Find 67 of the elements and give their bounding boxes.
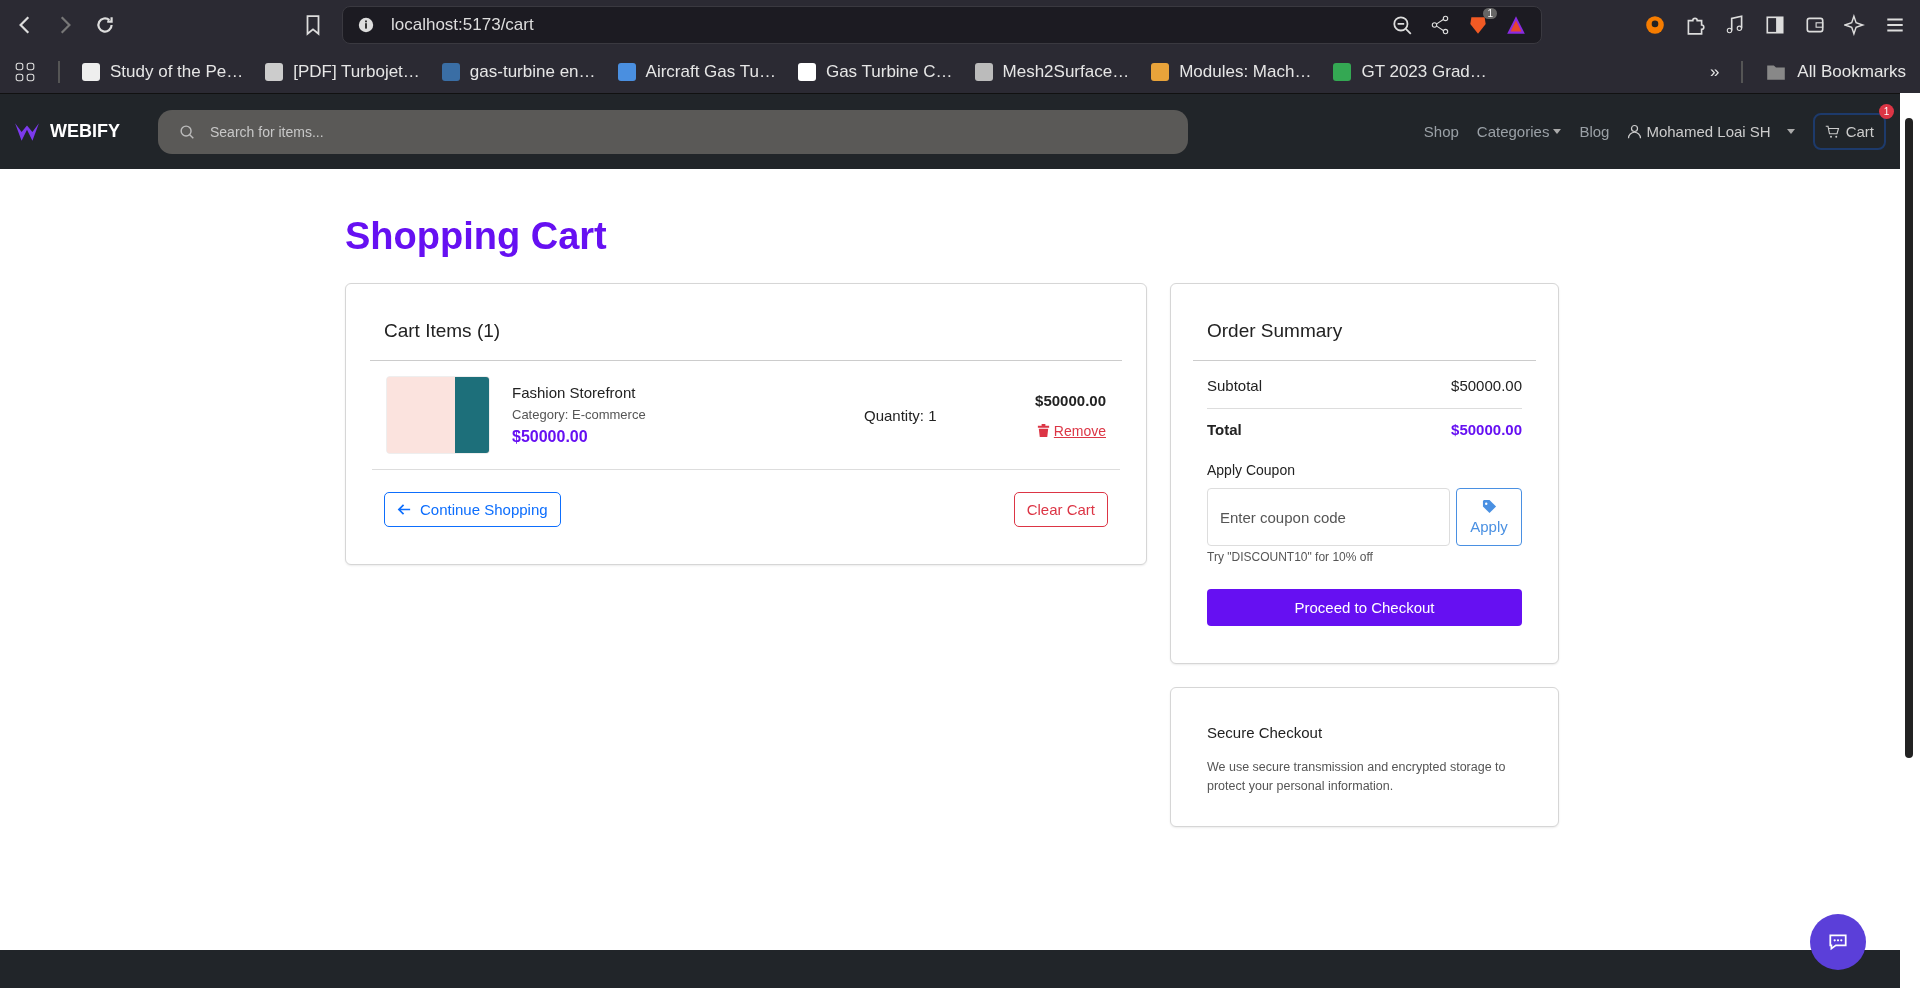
favicon-icon — [265, 62, 284, 81]
coupon-hint: Try "DISCOUNT10" for 10% off — [1207, 550, 1374, 564]
secure-heading: Secure Checkout — [1207, 724, 1323, 741]
search-field[interactable]: Search for items... — [158, 109, 1188, 154]
summary-label: Subtotal — [1207, 377, 1263, 394]
nav-link[interactable]: Blog — [1579, 123, 1610, 140]
reload-icon[interactable] — [94, 14, 116, 36]
favicon-icon — [1333, 62, 1352, 81]
user-menu[interactable]: Mohamed Loai SH — [1627, 123, 1795, 140]
bookmark-item[interactable]: gas-turbine en… — [441, 61, 596, 82]
search-icon — [178, 122, 196, 141]
continue-shopping-button[interactable]: Continue Shopping — [384, 492, 561, 527]
quantity-text: Quantity: 1 — [864, 406, 937, 424]
page-title: Shopping Cart — [345, 215, 608, 258]
chat-button[interactable] — [1810, 914, 1866, 970]
clear-cart-button[interactable]: Clear Cart — [1013, 492, 1108, 527]
triangle-icon[interactable] — [1505, 14, 1527, 36]
checkout-button[interactable]: Proceed to Checkout — [1207, 589, 1522, 626]
secure-text: We use secure transmission and encrypted storage to protect your personal information. — [1207, 759, 1507, 795]
trash-icon — [1035, 423, 1051, 438]
bookmark-item[interactable]: Study of the Pe… — [82, 61, 244, 82]
line-total: $50000.00 — [1035, 391, 1106, 409]
sparkle-icon[interactable] — [1844, 14, 1866, 36]
info-icon[interactable] — [357, 16, 375, 34]
favicon-icon — [82, 62, 100, 81]
favicon-icon — [617, 62, 636, 81]
favicon-icon — [974, 62, 993, 81]
cart-count-badge: 1 — [1879, 104, 1894, 119]
total-value: $50000.00 — [1451, 421, 1522, 438]
address-bar[interactable]: localhost:5173/cart 1 — [342, 6, 1542, 44]
url-text: localhost:5173/cart — [391, 15, 534, 35]
favicon-icon — [797, 62, 816, 81]
cart-button[interactable]: Cart — [1812, 113, 1886, 150]
coupon-label: Apply Coupon — [1207, 462, 1296, 478]
product-name: Fashion Storefront — [512, 384, 637, 401]
user-icon — [1627, 124, 1643, 139]
tag-icon — [1481, 499, 1497, 514]
summary-heading: Order Summary — [1193, 284, 1536, 361]
product-price: $50000.00 — [512, 428, 589, 446]
summary-value: $50000.00 — [1451, 377, 1522, 394]
remove-link[interactable]: Remove — [1035, 422, 1106, 439]
bookmark-item[interactable]: Modules: Mach… — [1151, 61, 1312, 82]
bookmark-item[interactable]: Aircraft Gas Tu… — [617, 61, 776, 82]
sidebar-icon[interactable] — [1764, 14, 1786, 36]
bookmarks-overflow[interactable]: » — [1709, 61, 1720, 82]
product-category: Category: E-commerce — [512, 407, 647, 422]
caret-icon — [1553, 129, 1562, 134]
caret-icon — [1786, 129, 1795, 134]
coupon-field[interactable]: Enter coupon code — [1207, 488, 1450, 546]
favicon-icon — [441, 62, 460, 81]
nav-link[interactable]: Categories — [1476, 123, 1562, 140]
cart-heading: Cart Items (1) — [370, 284, 1122, 361]
bookmark-item[interactable]: GT 2023 Grad… — [1333, 61, 1487, 82]
bookmark-item[interactable]: Mesh2Surface… — [974, 61, 1130, 82]
brand-logo[interactable]: WEBIFY — [14, 120, 120, 143]
share-icon[interactable] — [1429, 14, 1451, 36]
favicon-icon — [1151, 62, 1170, 81]
bookmark-item[interactable]: Gas Turbine C… — [797, 61, 953, 82]
bookmark-item[interactable]: [PDF] Turbojet… — [265, 61, 420, 82]
apps-icon[interactable] — [14, 60, 36, 83]
arrow-left-icon — [397, 502, 412, 517]
cart-icon — [1824, 124, 1840, 139]
all-bookmarks[interactable]: All Bookmarks — [1765, 60, 1906, 83]
shield-count: 1 — [1483, 8, 1497, 19]
total-label: Total — [1207, 421, 1242, 438]
nav-link[interactable]: Shop — [1423, 123, 1459, 140]
zoom-icon[interactable] — [1391, 14, 1413, 36]
